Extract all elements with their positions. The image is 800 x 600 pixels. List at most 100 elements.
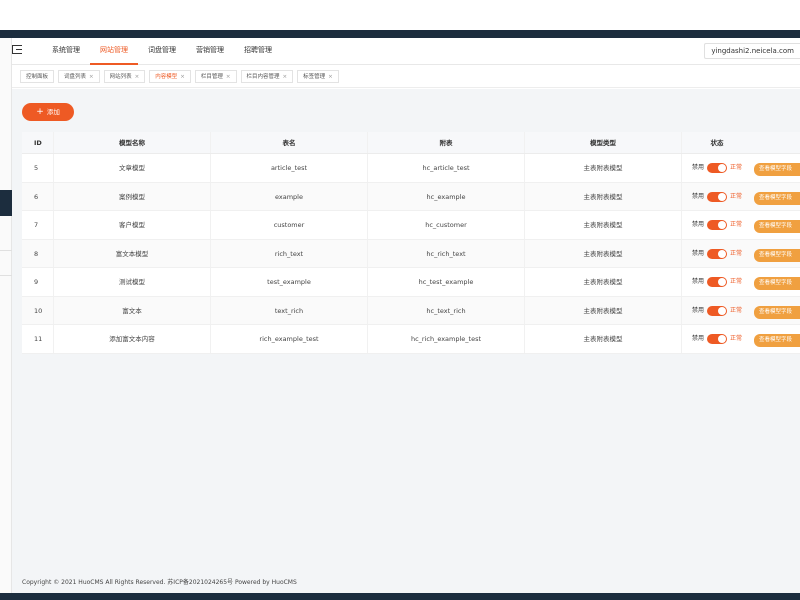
toggle-knob xyxy=(718,221,726,229)
tab-item[interactable]: 标签管理 × xyxy=(297,70,339,83)
top-nav: 系统管理 网站管理 词盘管理 营销管理 招聘管理 xyxy=(42,38,282,65)
cell-model-name: 添加富文本内容 xyxy=(54,325,211,353)
nav-item[interactable]: 营销管理 xyxy=(186,38,234,65)
status-on-label: 正常 xyxy=(730,278,743,285)
menu-toggle-icon[interactable] xyxy=(12,44,24,56)
cell-id: 9 xyxy=(22,268,54,296)
view-fields-button[interactable]: 查看模型字段 xyxy=(754,334,800,347)
status-off-label: 禁用 xyxy=(691,249,704,257)
view-fields-button[interactable]: 查看模型字段 xyxy=(754,305,800,319)
cell-table-name: test_example xyxy=(211,268,368,296)
col-header-table: 表名 xyxy=(211,132,368,153)
tab-close-icon[interactable]: × xyxy=(283,74,288,80)
col-header-status: 状态 xyxy=(710,139,724,147)
tab-close-icon[interactable]: × xyxy=(180,74,185,80)
tab-item[interactable]: 词盘列表 × xyxy=(58,70,100,83)
status-off-label: 禁用 xyxy=(691,278,704,285)
tab-close-icon[interactable]: × xyxy=(135,74,140,80)
status-toggle[interactable] xyxy=(707,248,727,259)
cell-subtable: hc_text_rich xyxy=(368,296,525,324)
col-header-name: 模型名称 xyxy=(54,132,211,153)
plus-icon: + xyxy=(36,107,44,117)
model-table: ID 模型名称 表名 附表 模型类型 状态 5 文章模型 article_test h… xyxy=(22,132,800,354)
tab-label: 内容模型 xyxy=(155,74,178,80)
tab-item[interactable]: 栏目内容管理 × xyxy=(240,70,294,83)
cell-id: 7 xyxy=(22,211,54,239)
status-switch-group: 禁用 正常 xyxy=(682,297,752,325)
table-row: 7 客户模型 customer hc_customer 主表附表模型 禁用 正常 查看模型字段 xyxy=(22,211,800,240)
nav-item[interactable]: 词盘管理 xyxy=(138,38,186,65)
cell-status: 禁用 正常 xyxy=(682,211,752,239)
main-content: + 添加 ID 模型名称 表名 附表 模型类型 状态 5 文章模型 article_… xyxy=(12,89,800,593)
status-on-label: 正常 xyxy=(730,306,743,314)
table-row: 9 测试模型 test_example hc_test_example 主表附表模型 禁用… xyxy=(22,268,800,297)
view-fields-button[interactable]: 查看模型字段 xyxy=(754,248,800,262)
status-switch-group: 禁用 正常 xyxy=(682,183,752,211)
cell-model-type: 主表附表模型 xyxy=(525,268,682,296)
status-toggle[interactable] xyxy=(707,305,727,316)
cell-table-name: rich_example_test xyxy=(211,325,368,353)
sidebar-active-item[interactable] xyxy=(0,190,12,216)
bottom-dark-bar xyxy=(0,593,800,600)
status-toggle[interactable] xyxy=(707,191,727,202)
table-row: 11 添加富文本内容 rich_example_test hc_rich_exampl… xyxy=(22,325,800,354)
status-toggle[interactable] xyxy=(707,220,727,230)
status-off-label: 禁用 xyxy=(691,192,704,200)
tab-label: 栏目管理 xyxy=(200,74,223,80)
cell-table-name: rich_text xyxy=(211,239,368,267)
status-off-label: 禁用 xyxy=(691,335,704,342)
page-tabs: 控制面板 词盘列表 × 网站列表 × 内容模型 × 栏目管理 × 栏目内容管理 × 标签管理 × xyxy=(12,66,800,88)
cell-status: 禁用 正常 xyxy=(682,183,752,211)
tab-label: 栏目内容管理 xyxy=(246,74,280,80)
cell-status: 禁用 正常 xyxy=(682,268,752,296)
cell-status: 禁用 正常 xyxy=(682,240,752,268)
status-on-label: 正常 xyxy=(730,221,743,228)
nav-item[interactable]: 网站管理 xyxy=(90,38,138,65)
status-off-label: 禁用 xyxy=(691,164,704,171)
add-button[interactable]: + 添加 xyxy=(22,103,74,121)
tab-label: 控制面板 xyxy=(26,74,49,80)
status-toggle[interactable] xyxy=(707,277,727,287)
view-fields-button[interactable]: 查看模型字段 xyxy=(754,163,800,176)
cell-table-name: example xyxy=(211,182,368,210)
status-switch-group: 禁用 正常 xyxy=(682,211,752,239)
cell-id: 8 xyxy=(22,239,54,267)
tab-item[interactable]: 网站列表 × xyxy=(103,70,146,83)
tab-label: 标签管理 xyxy=(303,74,326,80)
sidebar-divider xyxy=(0,275,12,276)
status-on-label: 正常 xyxy=(730,249,743,257)
site-domain-selector[interactable]: yingdashi2.neicela.com xyxy=(704,43,800,59)
tab-item[interactable]: 内容模型 × xyxy=(149,70,191,83)
cell-action: 查看模型字段 xyxy=(752,154,800,182)
toggle-knob xyxy=(718,278,726,286)
status-switch-group: 禁用 正常 xyxy=(682,325,752,353)
cell-subtable: hc_customer xyxy=(368,211,525,239)
nav-item[interactable]: 招聘管理 xyxy=(234,38,282,65)
add-button-label: 添加 xyxy=(46,108,60,116)
status-off-label: 禁用 xyxy=(691,221,704,228)
status-off-label: 禁用 xyxy=(691,306,704,314)
toggle-knob xyxy=(718,335,726,343)
tab-close-icon[interactable]: × xyxy=(226,74,231,80)
view-fields-button[interactable]: 查看模型字段 xyxy=(754,191,800,205)
tab-item[interactable]: 栏目管理 × xyxy=(194,70,237,83)
tab-close-icon[interactable]: × xyxy=(328,74,333,80)
cell-model-type: 主表附表模型 xyxy=(525,211,682,239)
cell-id: 6 xyxy=(22,182,54,210)
footer-copyright: Copyright © 2021 HuoCMS All Rights Reser… xyxy=(22,579,297,586)
tab-item[interactable]: 控制面板 xyxy=(20,70,55,83)
view-fields-button[interactable]: 查看模型字段 xyxy=(754,220,800,233)
col-header-subtable: 附表 xyxy=(368,132,525,153)
tab-label: 词盘列表 xyxy=(64,74,87,80)
tab-close-icon[interactable]: × xyxy=(89,74,94,80)
top-dark-bar xyxy=(0,30,800,38)
table-row: 8 富文本模型 rich_text hc_rich_text 主表附表模型 禁用 正常 查看模… xyxy=(22,239,800,268)
nav-item[interactable]: 系统管理 xyxy=(42,38,90,65)
table-row: 10 富文本 text_rich hc_text_rich 主表附表模型 禁用 正常 查看模型… xyxy=(22,296,800,325)
view-fields-button[interactable]: 查看模型字段 xyxy=(754,277,800,290)
cell-model-type: 主表附表模型 xyxy=(525,154,682,182)
sidebar-divider xyxy=(0,250,12,251)
status-toggle[interactable] xyxy=(707,163,727,173)
status-toggle[interactable] xyxy=(707,334,727,344)
col-header-action xyxy=(752,132,800,153)
